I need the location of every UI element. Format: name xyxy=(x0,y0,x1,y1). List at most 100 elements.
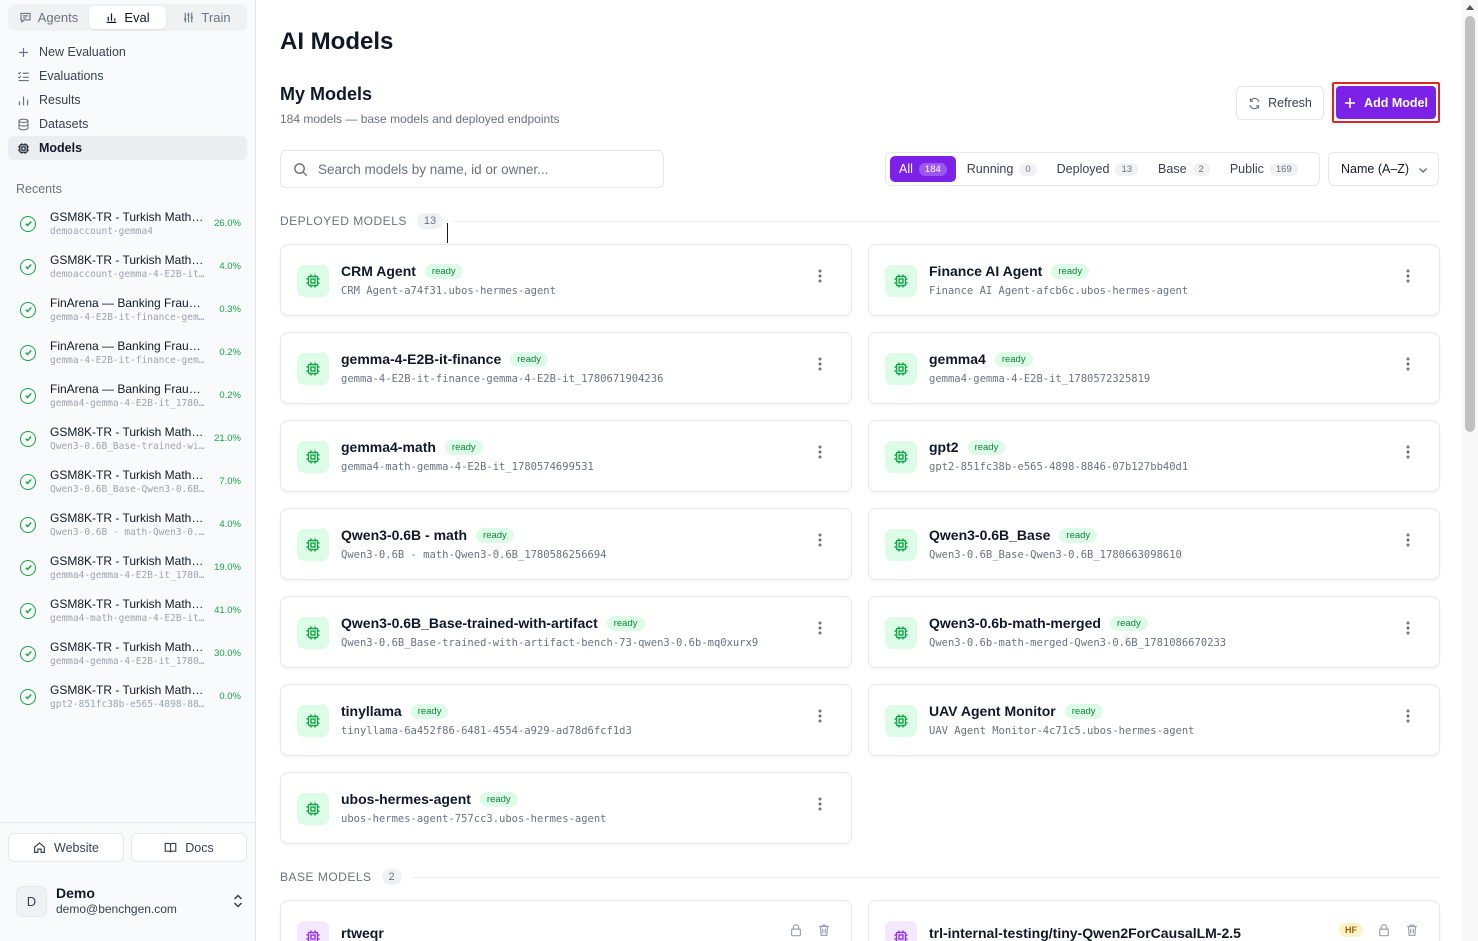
filter-tab-deployed[interactable]: Deployed 13 xyxy=(1048,156,1147,182)
model-card[interactable]: tinyllama ready tinyllama-6a452f86-6481-45… xyxy=(280,684,852,756)
trash-icon[interactable] xyxy=(1405,923,1419,937)
filter-tab-base[interactable]: Base 2 xyxy=(1149,156,1219,182)
model-icon xyxy=(297,705,329,737)
model-menu-button[interactable] xyxy=(813,355,827,373)
trash-icon[interactable] xyxy=(817,923,831,937)
model-card[interactable]: gpt2 ready gpt2-851fc38b-e565-4898-8846-07… xyxy=(868,420,1440,492)
recent-item[interactable]: GSM8K-TR - Turkish Math Reasoning demoacc… xyxy=(8,202,247,245)
base-models-header: BASE MODELS 2 xyxy=(280,869,1440,885)
kebab-menu-icon xyxy=(1406,709,1410,723)
filter-tab-all[interactable]: All 184 xyxy=(890,156,956,182)
sidebar-item-models[interactable]: Models xyxy=(8,136,247,160)
scroll-thumb[interactable] xyxy=(1465,16,1475,432)
sidebar-footer: Website Docs D Demo demo@benchgen.com xyxy=(0,822,255,917)
base-model-card[interactable]: trl-internal-testing/tiny-Qwen2ForCausal… xyxy=(868,900,1440,941)
group-divider xyxy=(453,220,1440,222)
scroll-up-arrow[interactable] xyxy=(1466,5,1474,10)
tab-agents-label: Agents xyxy=(37,10,79,25)
recent-item[interactable]: GSM8K-TR - Turkish Math Reasoning gemma4-… xyxy=(8,546,247,589)
tab-train[interactable]: Train xyxy=(168,6,245,29)
model-icon xyxy=(297,617,329,649)
check-circle-icon xyxy=(20,559,36,576)
lock-icon[interactable] xyxy=(1377,923,1391,937)
model-menu-button[interactable] xyxy=(1401,619,1415,637)
filter-tab-running[interactable]: Running 0 xyxy=(958,156,1046,182)
model-card[interactable]: Qwen3-0.6B - math ready Qwen3-0.6B - math-… xyxy=(280,508,852,580)
chip-icon xyxy=(306,538,320,552)
model-menu-button[interactable] xyxy=(813,707,827,725)
sidebar-item-new-evaluation[interactable]: New Evaluation xyxy=(8,40,247,64)
deployed-models-header: DEPLOYED MODELS 13 xyxy=(280,213,1440,229)
chip-icon xyxy=(306,450,320,464)
search-input[interactable] xyxy=(318,161,648,177)
list-check-icon xyxy=(17,71,29,81)
model-menu-button[interactable] xyxy=(813,795,827,813)
recent-item[interactable]: GSM8K-TR - Turkish Math Reasoning Qwen3-0… xyxy=(8,503,247,546)
user-menu[interactable]: D Demo demo@benchgen.com xyxy=(16,885,244,917)
model-menu-button[interactable] xyxy=(1401,267,1415,285)
sidebar-item-results[interactable]: Results xyxy=(8,88,247,112)
recent-title: GSM8K-TR - Turkish Math Reasoning xyxy=(50,210,206,224)
add-model-label: Add Model xyxy=(1364,95,1428,110)
model-menu-button[interactable] xyxy=(1401,531,1415,549)
model-menu-button[interactable] xyxy=(1401,355,1415,373)
page-scrollbar[interactable] xyxy=(1462,0,1478,941)
recent-item[interactable]: GSM8K-TR - Turkish Math Reasoning demoacc… xyxy=(8,245,247,288)
recent-title: GSM8K-TR - Turkish Math Reasoning xyxy=(50,511,206,525)
model-card[interactable]: Qwen3-0.6B_Base-trained-with-artifact rea… xyxy=(280,596,852,668)
model-card[interactable]: ubos-hermes-agent ready ubos-hermes-agent-… xyxy=(280,772,852,844)
section-title: My Models xyxy=(280,84,373,104)
website-label: Website xyxy=(54,840,99,855)
model-card[interactable]: gemma-4-E2B-it-finance ready gemma-4-E2B-i… xyxy=(280,332,852,404)
model-menu-button[interactable] xyxy=(1401,443,1415,461)
status-badge: ready xyxy=(606,615,645,631)
model-menu-button[interactable] xyxy=(813,619,827,637)
bar-chart-icon xyxy=(18,95,29,105)
recent-item[interactable]: FinArena — Banking Fraud Detection gemma-… xyxy=(8,331,247,374)
model-card[interactable]: Qwen3-0.6B_Base ready Qwen3-0.6B_Base-Qwen… xyxy=(868,508,1440,580)
recent-item[interactable]: GSM8K-TR - Turkish Math Reasoning Qwen3-0… xyxy=(8,417,247,460)
recent-item[interactable]: FinArena — Banking Fraud Detection gemma4… xyxy=(8,374,247,417)
sidebar-item-datasets[interactable]: Datasets xyxy=(8,112,247,136)
recent-score: 21.0% xyxy=(214,433,241,444)
recent-score: 4.0% xyxy=(219,519,241,530)
recent-item[interactable]: GSM8K-TR - Turkish Math Reasoning Qwen3-0… xyxy=(8,460,247,503)
docs-button[interactable]: Docs xyxy=(131,833,247,862)
model-card[interactable]: CRM Agent ready CRM Agent-a74f31.ubos-herm… xyxy=(280,244,852,316)
chip-icon xyxy=(306,802,320,816)
chip-icon xyxy=(894,930,908,941)
lock-icon[interactable] xyxy=(789,923,803,937)
recent-item[interactable]: FinArena — Banking Fraud Detection gemma-… xyxy=(8,288,247,331)
recent-title: FinArena — Banking Fraud Detection xyxy=(50,296,206,310)
model-card[interactable]: gemma4 ready gemma4-gemma-4-E2B-it_1780572… xyxy=(868,332,1440,404)
add-model-button[interactable]: Add Model xyxy=(1332,82,1440,123)
filter-tab-public[interactable]: Public 169 xyxy=(1221,156,1307,182)
model-card[interactable]: Finance AI Agent ready Finance AI Agent-af… xyxy=(868,244,1440,316)
filter-label: All xyxy=(899,162,913,176)
kebab-menu-icon xyxy=(818,797,822,811)
sidebar-item-label: Results xyxy=(39,93,81,107)
tab-agents[interactable]: Agents xyxy=(10,6,87,29)
recent-item[interactable]: GSM8K-TR - Turkish Math Reasoning gpt2-85… xyxy=(8,675,247,718)
model-menu-button[interactable] xyxy=(813,267,827,285)
tab-eval[interactable]: Eval xyxy=(89,6,166,29)
chat-icon xyxy=(20,12,31,24)
group-count: 2 xyxy=(381,869,402,885)
refresh-button[interactable]: Refresh xyxy=(1236,86,1324,120)
model-menu-button[interactable] xyxy=(813,531,827,549)
recent-item[interactable]: GSM8K-TR - Turkish Math Reasoning gemma4-… xyxy=(8,589,247,632)
model-card[interactable]: gemma4-math ready gemma4-math-gemma-4-E2B-… xyxy=(280,420,852,492)
recent-item[interactable]: GSM8K-TR - Turkish Math Reasoning gemma4-… xyxy=(8,632,247,675)
sidebar-item-evaluations[interactable]: Evaluations xyxy=(8,64,247,88)
recent-model: demoaccount-gemma4 xyxy=(50,226,153,237)
kebab-menu-icon xyxy=(818,269,822,283)
group-count: 13 xyxy=(416,213,444,229)
model-menu-button[interactable] xyxy=(1401,707,1415,725)
model-card[interactable]: UAV Agent Monitor ready UAV Agent Monitor-… xyxy=(868,684,1440,756)
sort-select[interactable]: Name (A–Z) xyxy=(1328,152,1439,186)
website-button[interactable]: Website xyxy=(8,833,124,862)
model-menu-button[interactable] xyxy=(813,443,827,461)
check-circle-icon xyxy=(20,645,36,662)
model-card[interactable]: Qwen3-0.6b-math-merged ready Qwen3-0.6b-ma… xyxy=(868,596,1440,668)
base-model-card[interactable]: rtweqr xyxy=(280,900,852,941)
